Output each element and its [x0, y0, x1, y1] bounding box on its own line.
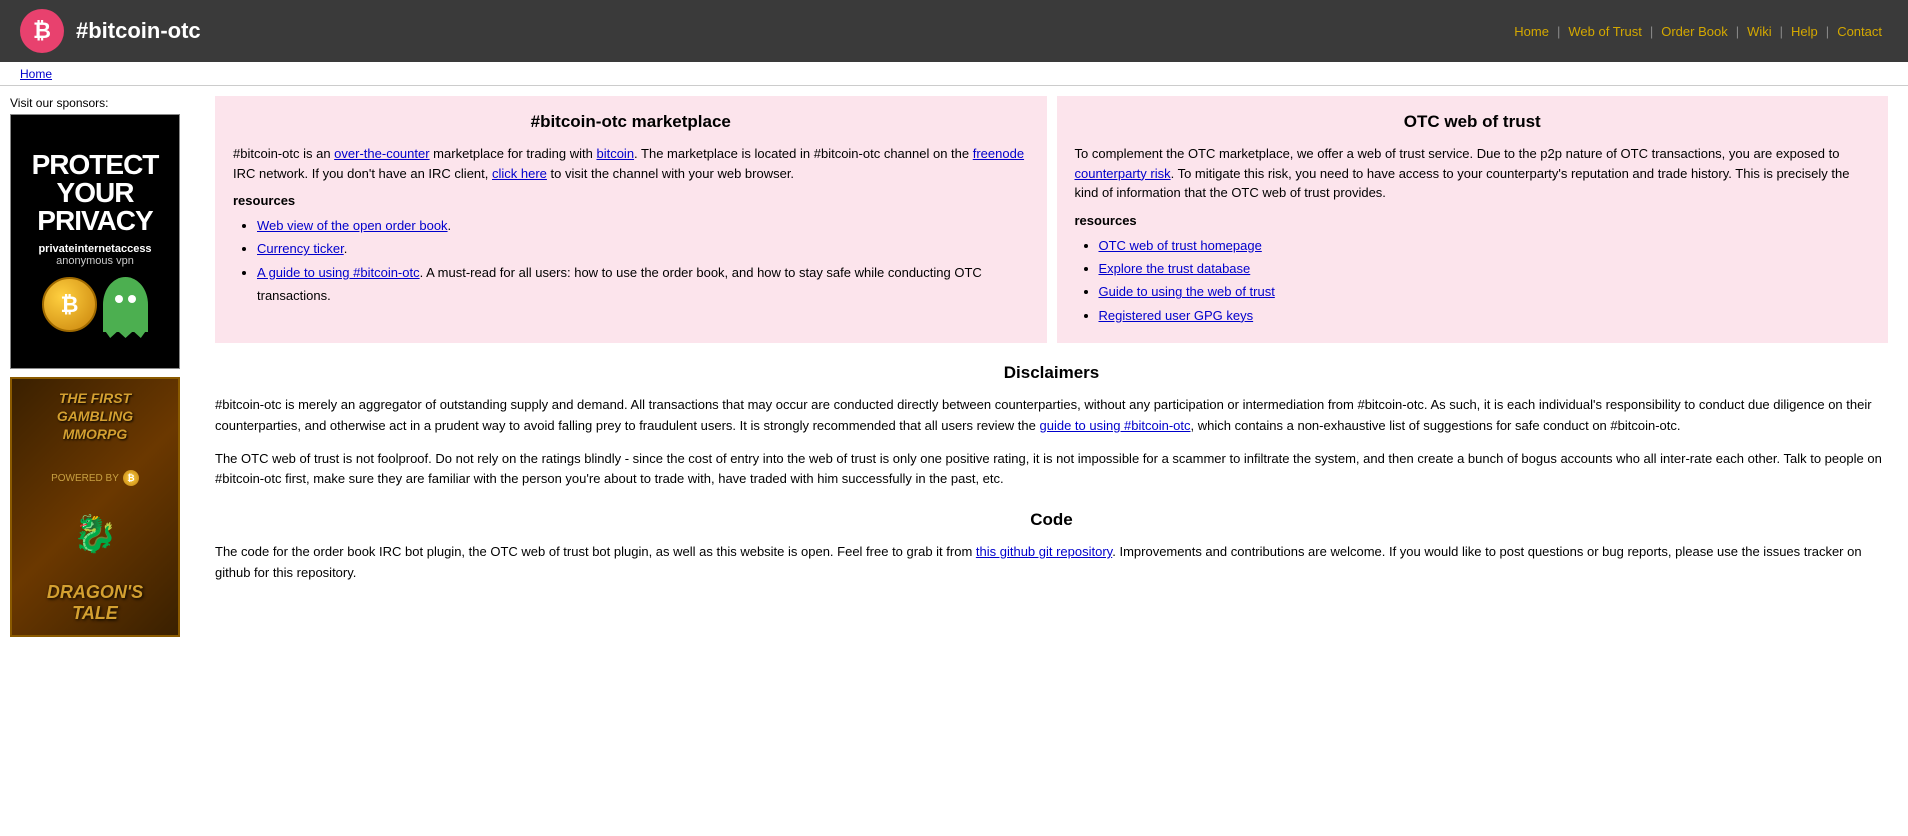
list-item: OTC web of trust homepage — [1099, 234, 1871, 257]
bitcoin-coin-icon: ₿ — [42, 277, 97, 332]
trust-resources-title: resources — [1075, 213, 1871, 228]
sponsor2-top: The FirstGamblingMMORPG — [57, 389, 133, 444]
sponsor-box-2[interactable]: The FirstGamblingMMORPG POWERED BY ₿ 🐉 D… — [10, 377, 180, 637]
list-item: Currency ticker. — [257, 237, 1029, 260]
github-link[interactable]: this github git repository — [976, 544, 1112, 559]
ghost-eye-left — [115, 295, 123, 303]
code-section: Code The code for the order book IRC bot… — [215, 510, 1888, 584]
nav-wot[interactable]: Web of Trust — [1562, 24, 1647, 39]
nav-help[interactable]: Help — [1785, 24, 1824, 39]
main-nav: Home | Web of Trust | Order Book | Wiki … — [1508, 24, 1888, 39]
nav-sep-4: | — [1778, 24, 1785, 39]
ghost-eyes — [115, 295, 136, 303]
orderbook-view-link[interactable]: Web view of the open order book — [257, 218, 448, 233]
sponsor1-icons: ₿ — [42, 277, 148, 332]
marketplace-resources-title: resources — [233, 193, 1029, 208]
disclaimers-section: Disclaimers #bitcoin-otc is merely an ag… — [215, 363, 1888, 490]
sidebar: Visit our sponsors: PROTECTYOURPRIVACY p… — [0, 96, 195, 637]
currency-ticker-link[interactable]: Currency ticker — [257, 241, 344, 256]
wot-homepage-link[interactable]: OTC web of trust homepage — [1099, 238, 1262, 253]
guide-using-link[interactable]: guide to using #bitcoin-otc — [1039, 418, 1190, 433]
main-wrapper: Visit our sponsors: PROTECTYOURPRIVACY p… — [0, 86, 1908, 647]
trust-box: OTC web of trust To complement the OTC m… — [1057, 96, 1889, 343]
ghost-figure-icon — [103, 277, 148, 332]
ghost-eye-right — [128, 295, 136, 303]
nav-sep-3: | — [1734, 24, 1741, 39]
sponsor2-powered: POWERED BY ₿ — [51, 470, 139, 486]
site-title: #bitcoin-otc — [76, 18, 201, 44]
header-left: ₿ #bitcoin-otc — [20, 9, 201, 53]
clickhere-link[interactable]: click here — [492, 166, 547, 181]
breadcrumb-home-link[interactable]: Home — [20, 67, 52, 81]
trust-title: OTC web of trust — [1075, 112, 1871, 132]
code-title: Code — [215, 510, 1888, 530]
info-boxes: #bitcoin-otc marketplace #bitcoin-otc is… — [215, 96, 1888, 343]
bitcoin-logo-icon: ₿ — [20, 9, 64, 53]
freenode-link[interactable]: freenode — [973, 146, 1024, 161]
guide-link[interactable]: A guide to using #bitcoin-otc — [257, 265, 420, 280]
sponsor1-sub: privateinternetaccessanonymous vpn — [38, 243, 151, 267]
trust-intro: To complement the OTC marketplace, we of… — [1075, 144, 1871, 203]
sponsor2-dragon-icon: 🐉 — [73, 513, 118, 555]
list-item: A guide to using #bitcoin-otc. A must-re… — [257, 261, 1029, 308]
trust-resources-list: OTC web of trust homepage Explore the tr… — [1075, 234, 1871, 328]
sponsor2-bitcoin-coin-icon: ₿ — [123, 470, 139, 486]
marketplace-box: #bitcoin-otc marketplace #bitcoin-otc is… — [215, 96, 1047, 343]
disclaimers-title: Disclaimers — [215, 363, 1888, 383]
nav-sep-5: | — [1824, 24, 1831, 39]
sponsor-box-1[interactable]: PROTECTYOURPRIVACY privateinternetaccess… — [10, 114, 180, 369]
main-content: #bitcoin-otc marketplace #bitcoin-otc is… — [195, 96, 1908, 637]
nav-orderbook[interactable]: Order Book — [1655, 24, 1733, 39]
disclaimers-para1: #bitcoin-otc is merely an aggregator of … — [215, 395, 1888, 437]
guide-wot-link[interactable]: Guide to using the web of trust — [1099, 284, 1275, 299]
gpg-keys-link[interactable]: Registered user GPG keys — [1099, 308, 1254, 323]
list-item: Registered user GPG keys — [1099, 304, 1871, 327]
nav-sep-2: | — [1648, 24, 1655, 39]
code-para: The code for the order book IRC bot plug… — [215, 542, 1888, 584]
list-item: Guide to using the web of trust — [1099, 280, 1871, 303]
breadcrumb: Home — [0, 62, 1908, 86]
sponsor1-title: PROTECTYOURPRIVACY — [32, 151, 159, 235]
sponsor2-bottom: Dragon'sTale — [47, 582, 143, 625]
counterparty-risk-link[interactable]: counterparty risk — [1075, 166, 1171, 181]
disclaimers-para2: The OTC web of trust is not foolproof. D… — [215, 449, 1888, 491]
nav-wiki[interactable]: Wiki — [1741, 24, 1778, 39]
list-item: Explore the trust database — [1099, 257, 1871, 280]
marketplace-resources-list: Web view of the open order book. Currenc… — [233, 214, 1029, 308]
trust-db-link[interactable]: Explore the trust database — [1099, 261, 1251, 276]
over-the-counter-link[interactable]: over-the-counter — [334, 146, 429, 161]
bitcoin-link[interactable]: bitcoin — [596, 146, 634, 161]
sponsor-label: Visit our sponsors: — [10, 96, 185, 110]
marketplace-intro: #bitcoin-otc is an over-the-counter mark… — [233, 144, 1029, 183]
site-header: ₿ #bitcoin-otc Home | Web of Trust | Ord… — [0, 0, 1908, 62]
nav-sep-1: | — [1555, 24, 1562, 39]
nav-home[interactable]: Home — [1508, 24, 1555, 39]
nav-contact[interactable]: Contact — [1831, 24, 1888, 39]
sponsor1-sub-bold: privateinternetaccess — [38, 243, 151, 255]
marketplace-title: #bitcoin-otc marketplace — [233, 112, 1029, 132]
list-item: Web view of the open order book. — [257, 214, 1029, 237]
